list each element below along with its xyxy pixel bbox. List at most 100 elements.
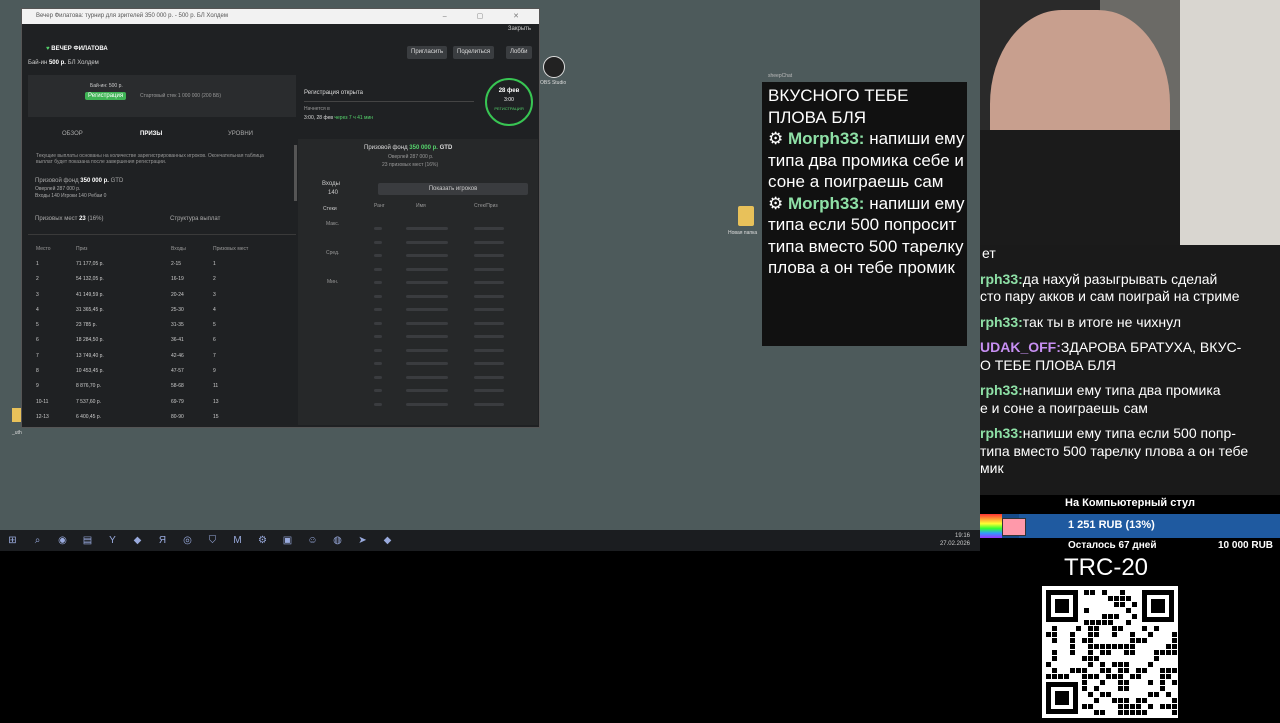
table-cell: 7 bbox=[213, 352, 216, 359]
table-row: 5 23 785 р. 31-35 5 bbox=[36, 317, 286, 332]
brand-text: ВЕЧЕР ФИЛАТОВА bbox=[51, 46, 108, 52]
reg-buyin: Бай-ин: 500 р. bbox=[90, 83, 123, 89]
show-players-button[interactable]: Показать игроков bbox=[378, 183, 528, 195]
divider bbox=[304, 101, 474, 102]
side-text-1: да нахуй разыгрывать сделай bbox=[1022, 270, 1218, 287]
side-chat-msg-1-cont: сто пару акков и сам поиграй на стриме bbox=[980, 288, 1240, 304]
register-button[interactable]: Регистрация bbox=[85, 92, 127, 100]
tab-overview[interactable]: ОБЗОР bbox=[62, 131, 83, 137]
skeleton-line bbox=[374, 375, 382, 379]
places-label: Призовых мест bbox=[35, 216, 78, 222]
skeleton-line bbox=[474, 267, 504, 271]
table-cell: 80-90 bbox=[171, 413, 184, 420]
chrome-icon[interactable]: ◎ bbox=[175, 530, 200, 551]
table-cell: 2-15 bbox=[171, 260, 182, 267]
shield-icon[interactable]: ⛉ bbox=[200, 530, 225, 551]
badge-date: 28 фев bbox=[498, 88, 520, 94]
skeleton-line bbox=[374, 348, 382, 352]
instagram-icon[interactable]: ▣ bbox=[275, 530, 300, 551]
table-cell: 11 bbox=[213, 383, 219, 390]
poker-app-icon[interactable]: ◆ bbox=[125, 530, 150, 551]
overlay-source: sheepChat bbox=[768, 73, 793, 79]
windows-start-icon[interactable]: ⊞ bbox=[0, 530, 25, 551]
rp-entries-value: 140 bbox=[328, 190, 339, 196]
lobby-button[interactable]: Лобби bbox=[506, 46, 532, 59]
rp-prize-line: Призовой фонд 350 000 р. GTD bbox=[364, 145, 452, 151]
rp-overlay: Оверлей 287 000 р. bbox=[388, 154, 434, 160]
tab-prizes[interactable]: ПРИЗЫ bbox=[140, 131, 162, 137]
table-cell: 15 bbox=[213, 413, 219, 420]
scrollbar[interactable] bbox=[294, 145, 297, 201]
side-user-1: rph33: bbox=[980, 270, 1023, 287]
table-cell: 6 bbox=[213, 337, 216, 344]
rp-max: Макс. bbox=[326, 221, 340, 227]
rp-gtd: GTD bbox=[439, 145, 453, 151]
obs-taskbar-icon[interactable]: ◍ bbox=[325, 530, 350, 551]
reg-open: Регистрация открыта bbox=[304, 90, 363, 96]
qr-code bbox=[1042, 586, 1178, 718]
info-text: Текущие выплаты основаны на количестве з… bbox=[36, 153, 264, 165]
col-place: Место bbox=[36, 245, 51, 252]
skeleton-line bbox=[406, 402, 448, 406]
explorer-icon[interactable]: ▤ bbox=[75, 530, 100, 551]
skeleton-line bbox=[406, 294, 448, 298]
table-cell: 71 177,05 р. bbox=[76, 260, 104, 267]
obs-studio-icon[interactable] bbox=[543, 56, 565, 78]
app-m-icon[interactable]: M bbox=[225, 530, 250, 551]
crypto-label: TRC-20 bbox=[1064, 554, 1149, 581]
discord-icon[interactable]: ☺ bbox=[300, 530, 325, 551]
search-icon[interactable]: ⌕ bbox=[25, 530, 50, 551]
skeleton-line bbox=[406, 362, 448, 365]
side-user-5: rph33: bbox=[980, 425, 1023, 441]
table-cell: 4 bbox=[36, 306, 39, 313]
table-row: 7 13 749,40 р. 42-46 7 bbox=[36, 348, 286, 363]
side-chat-msg-5: rph33:напиши ему типа если 500 попр- bbox=[980, 425, 1280, 443]
overlay-user-1: Morph33: bbox=[787, 129, 865, 148]
table-cell: 10-11 bbox=[36, 398, 49, 405]
skeleton-line bbox=[474, 281, 504, 284]
settings-icon[interactable]: ⚙ bbox=[250, 530, 275, 551]
table-cell: 8 876,70 р. bbox=[76, 383, 102, 390]
yandex-icon[interactable]: Y bbox=[100, 530, 125, 551]
edge-icon[interactable]: ◉ bbox=[50, 530, 75, 551]
desktop-shortcut-label: _uth bbox=[12, 430, 22, 436]
table-cell: 47-57 bbox=[171, 368, 184, 375]
overlay-chat: ВКУСНОГО ТЕБЕ ПЛОВА БЛЯ ⚙ Morph33: напиш… bbox=[762, 82, 967, 346]
window-controls[interactable]: – ▢ ✕ bbox=[443, 9, 533, 24]
table-row: 1 71 177,05 р. 2-15 1 bbox=[36, 256, 286, 271]
prize-line: Призовой фонд 350 000 р. GTD bbox=[35, 177, 123, 186]
skeleton-line bbox=[406, 308, 448, 311]
telegram-icon[interactable]: ➤ bbox=[350, 530, 375, 551]
share-button[interactable]: Поделиться bbox=[453, 46, 495, 59]
folder-icon[interactable] bbox=[738, 206, 754, 226]
divider bbox=[28, 234, 296, 235]
table-cell: 69-79 bbox=[171, 398, 184, 405]
webcam-feed bbox=[980, 0, 1280, 245]
table-cell: 25-30 bbox=[171, 306, 184, 313]
kitchen-background bbox=[1180, 0, 1280, 245]
skeleton-line bbox=[406, 335, 448, 338]
close-link[interactable]: Закрыть bbox=[508, 26, 531, 32]
side-chat-msg-3: UDAK_OFF:ЗДАРОВА БРАТУХА, ВКУС- bbox=[980, 339, 1280, 357]
side-text-3: ЗДАРОВА БРАТУХА, ВКУС- bbox=[1060, 339, 1242, 355]
side-user-3: UDAK_OFF: bbox=[980, 339, 1061, 355]
skeleton-line bbox=[474, 375, 504, 379]
skeleton-line bbox=[374, 240, 382, 244]
poker-app-active-icon[interactable]: ◆ bbox=[375, 530, 400, 551]
table-cell: 6 400,45 р. bbox=[76, 413, 102, 420]
invite-button[interactable]: Пригласить bbox=[407, 46, 448, 59]
side-chat-msg-3-cont: О ТЕБЕ ПЛОВА БЛЯ bbox=[980, 356, 1116, 373]
table-header: Место Приз Входы Призовых мест bbox=[36, 241, 286, 256]
table-cell: 54 132,05 р. bbox=[76, 276, 104, 283]
table-cell: 5 bbox=[36, 322, 39, 329]
skeleton-line bbox=[474, 227, 504, 230]
skeleton-line bbox=[374, 402, 382, 406]
skeleton-line bbox=[406, 267, 448, 271]
table-cell: 31-35 bbox=[171, 322, 184, 329]
yandex-browser-icon[interactable]: Я bbox=[150, 530, 175, 551]
buyin-label: Бай-ин bbox=[28, 60, 48, 66]
tab-levels[interactable]: УРОВНИ bbox=[228, 131, 253, 137]
skeleton-line bbox=[374, 294, 382, 298]
prize-label: Призовой фонд bbox=[35, 178, 79, 184]
start-time: 3:00, 28 фев через 7 ч 41 мин bbox=[304, 115, 373, 121]
